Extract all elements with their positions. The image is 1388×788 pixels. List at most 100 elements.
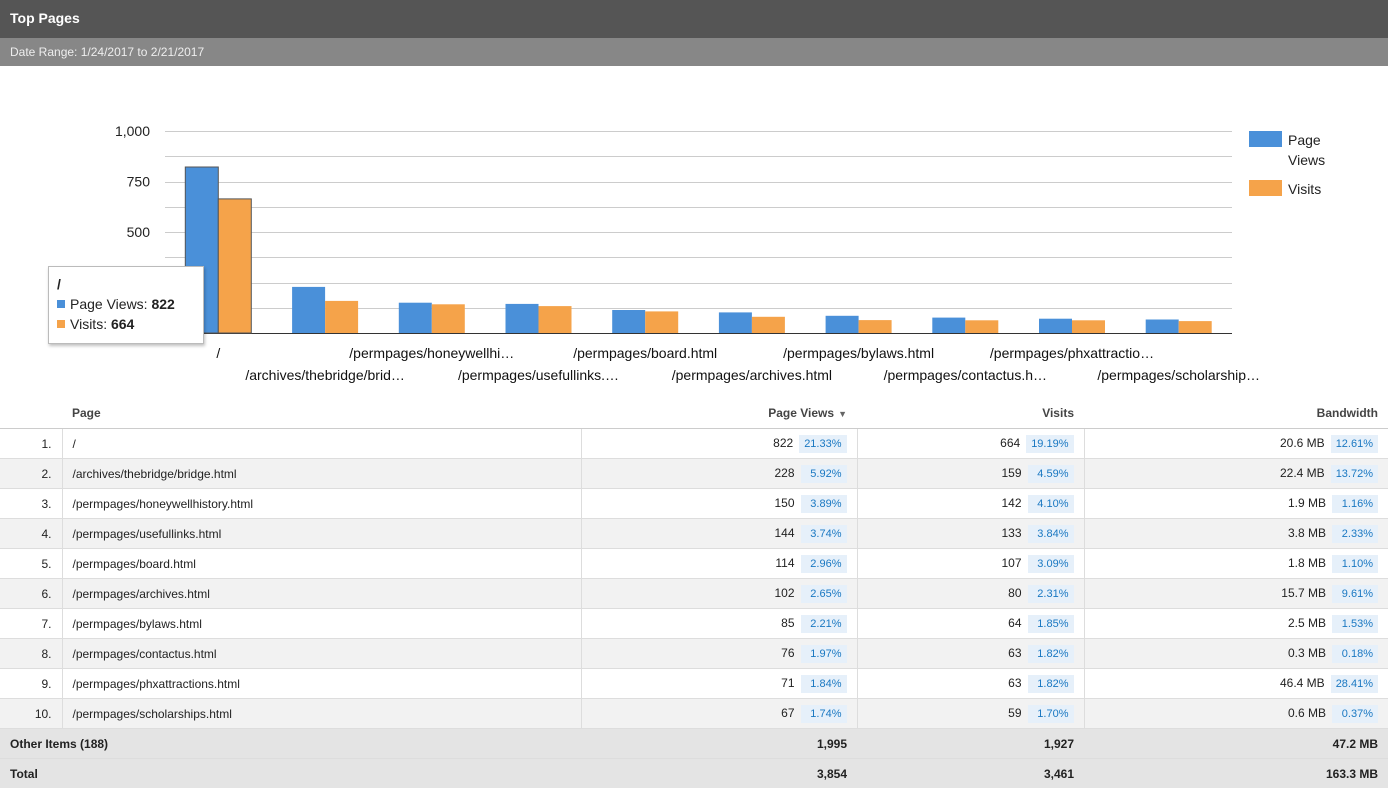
row-page-link[interactable]: /permpages/bylaws.html [62,609,581,639]
table-row[interactable]: 1./82221.33%66419.19%20.6 MB12.61% [0,429,1388,459]
page-views-value: 85 [781,616,794,630]
bandwidth-column-header[interactable]: Bandwidth [1084,398,1388,429]
top-pages-chart: 5007501,000//archives/thebridge/brid…/pe… [0,66,1388,398]
visits-bar [539,306,572,333]
row-bandwidth: 1.8 MB 1.10% [1084,549,1388,579]
row-page-link[interactable]: / [62,429,581,459]
visits-value: 63 [1008,646,1021,660]
bandwidth-value: 0.3 MB [1288,646,1326,660]
row-page-link[interactable]: /permpages/usefullinks.html [62,519,581,549]
bandwidth-value: 46.4 MB [1280,676,1325,690]
row-rank: 6. [0,579,62,609]
row-page-views: 150 3.89% [581,489,857,519]
total-label: Total [0,759,581,788]
row-rank: 8. [0,639,62,669]
row-visits: 1073.09% [857,549,1084,579]
row-visits: 66419.19% [857,429,1084,459]
row-page-views: 85 2.21% [581,609,857,639]
page-views-swatch [57,300,65,308]
row-page-link[interactable]: /permpages/honeywellhistory.html [62,489,581,519]
chart-tooltip: / Page Views: 822 Visits: 664 [48,266,204,344]
visits-percent: 19.19% [1026,435,1073,453]
page-views-column-header[interactable]: Page Views ▼ [581,398,857,429]
x-category-label: /permpages/contactus.h… [884,367,1047,383]
table-row[interactable]: 5./permpages/board.html1142.96%1073.09%1… [0,549,1388,579]
total-row: Total 3,854 3,461 163.3 MB [0,759,1388,788]
table-row[interactable]: 7./permpages/bylaws.html852.21%641.85%2.… [0,609,1388,639]
page-views-header-label: Page Views [768,406,834,420]
visits-percent: 1.82% [1028,645,1074,663]
tooltip-pv-label: Page Views: [70,296,151,312]
report-title: Top Pages [0,0,1388,38]
row-page-views: 71 1.84% [581,669,857,699]
page-views-percent: 3.74% [801,525,847,543]
row-page-views: 2285.92% [581,459,857,489]
table-row[interactable]: 9./permpages/phxattractions.html711.84%6… [0,669,1388,699]
row-rank: 3. [0,489,62,519]
bandwidth-value: 2.5 MB [1288,616,1326,630]
page-views-percent: 2.21% [801,615,847,633]
row-visits: 63 1.82% [857,639,1084,669]
table-row[interactable]: 10./permpages/scholarships.html671.74%59… [0,699,1388,729]
visits-value: 64 [1008,616,1021,630]
other-page-views: 1,995 [581,729,857,759]
table-row[interactable]: 3./permpages/honeywellhistory.html 150 3.8… [0,489,1388,519]
page-views-percent: 5.92% [801,465,847,483]
row-page-views: 761.97% [581,639,857,669]
row-rank: 10. [0,699,62,729]
y-tick-label: 750 [127,174,151,190]
page-views-bar [719,312,752,333]
row-page-link[interactable]: /permpages/phxattractions.html [62,669,581,699]
x-category-label: / [216,345,220,361]
bandwidth-percent: 2.33% [1332,525,1378,543]
row-visits: 1424.10% [857,489,1084,519]
table-row[interactable]: 8./permpages/contactus.html761.97% 63 1.82… [0,639,1388,669]
visits-bar [752,317,785,333]
legend-visits-swatch [1249,180,1282,196]
bandwidth-percent: 0.18% [1332,645,1378,663]
page-views-percent: 3.89% [801,495,847,513]
bandwidth-percent: 1.10% [1332,555,1378,573]
table-row[interactable]: 6./permpages/archives.html1022.65%802.31… [0,579,1388,609]
visits-percent: 4.59% [1028,465,1074,483]
row-bandwidth: 15.7 MB9.61% [1084,579,1388,609]
row-page-link[interactable]: /archives/thebridge/bridge.html [62,459,581,489]
bandwidth-percent: 0.37% [1332,705,1378,723]
row-page-views: 82221.33% [581,429,857,459]
row-rank: 2. [0,459,62,489]
visits-percent: 3.09% [1028,555,1074,573]
visits-bar [432,304,465,333]
x-category-label: /permpages/usefullinks.… [458,367,619,383]
visits-value: 59 [1008,706,1021,720]
page-views-value: 71 [781,676,794,690]
row-bandwidth: 46.4 MB28.41% [1084,669,1388,699]
table-row[interactable]: 2./archives/thebridge/bridge.html2285.92… [0,459,1388,489]
row-page-link[interactable]: /permpages/archives.html [62,579,581,609]
table-row[interactable]: 4./permpages/usefullinks.html1443.74%133… [0,519,1388,549]
visits-bar [1179,321,1212,333]
row-page-link[interactable]: /permpages/contactus.html [62,639,581,669]
visits-bar [965,320,998,333]
visits-column-header[interactable]: Visits [857,398,1084,429]
visits-value: 159 [1001,466,1021,480]
row-page-link[interactable]: /permpages/scholarships.html [62,699,581,729]
page-views-value: 150 [774,496,794,510]
visits-percent: 1.70% [1028,705,1074,723]
row-bandwidth: 22.4 MB13.72% [1084,459,1388,489]
row-bandwidth: 2.5 MB1.53% [1084,609,1388,639]
total-bandwidth: 163.3 MB [1084,759,1388,788]
legend-page-views-swatch [1249,131,1282,147]
visits-value: 142 [1001,496,1021,510]
bandwidth-value: 20.6 MB [1280,436,1325,450]
row-page-link[interactable]: /permpages/board.html [62,549,581,579]
tooltip-page-views: Page Views: 822 [57,294,195,314]
date-range: Date Range: 1/24/2017 to 2/21/2017 [0,38,1388,66]
page-column-header[interactable]: Page [62,398,581,429]
page-views-percent: 1.84% [801,675,847,693]
bandwidth-percent: 13.72% [1331,465,1378,483]
row-rank: 4. [0,519,62,549]
sort-descending-icon: ▼ [838,409,847,419]
bandwidth-value: 1.8 MB [1288,556,1326,570]
row-visits: 802.31% [857,579,1084,609]
bandwidth-percent: 1.16% [1332,495,1378,513]
